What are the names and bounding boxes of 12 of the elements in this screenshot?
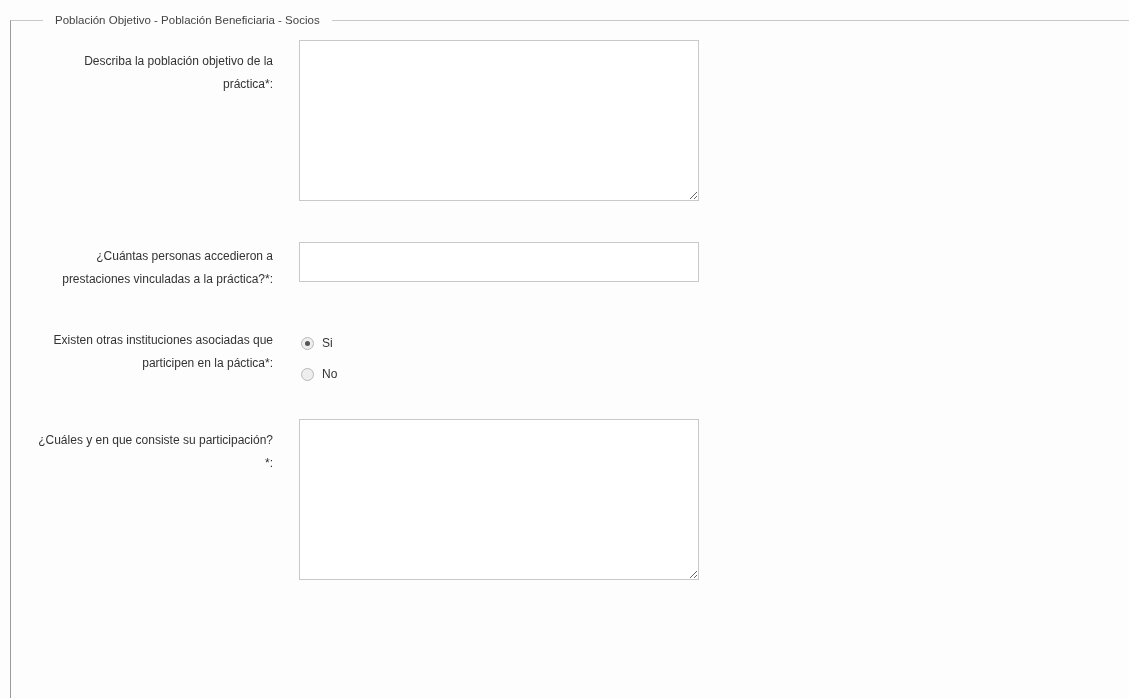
section-legend: Población Objetivo - Población Beneficiaria - Socios	[43, 14, 332, 26]
field-label: Describa la población objetivo de la práctica*:	[83, 53, 273, 93]
radio-label: Si	[322, 335, 333, 352]
radio-label: No	[322, 366, 338, 383]
field-label: ¿Cuántas personas accedieron a prestaciones vinculadas a la práctica?*:	[61, 248, 273, 288]
text-area[interactable]	[299, 419, 699, 580]
radio-button[interactable]	[301, 336, 314, 350]
input-field[interactable]	[299, 242, 699, 282]
field-label: Existen otras instituciones asociadas que participen en la páctica*:	[52, 332, 273, 372]
field-label: ¿Cuáles y en que consiste su participación?*:	[37, 432, 273, 472]
radio-button[interactable]	[301, 367, 314, 381]
text-area[interactable]	[299, 40, 699, 201]
